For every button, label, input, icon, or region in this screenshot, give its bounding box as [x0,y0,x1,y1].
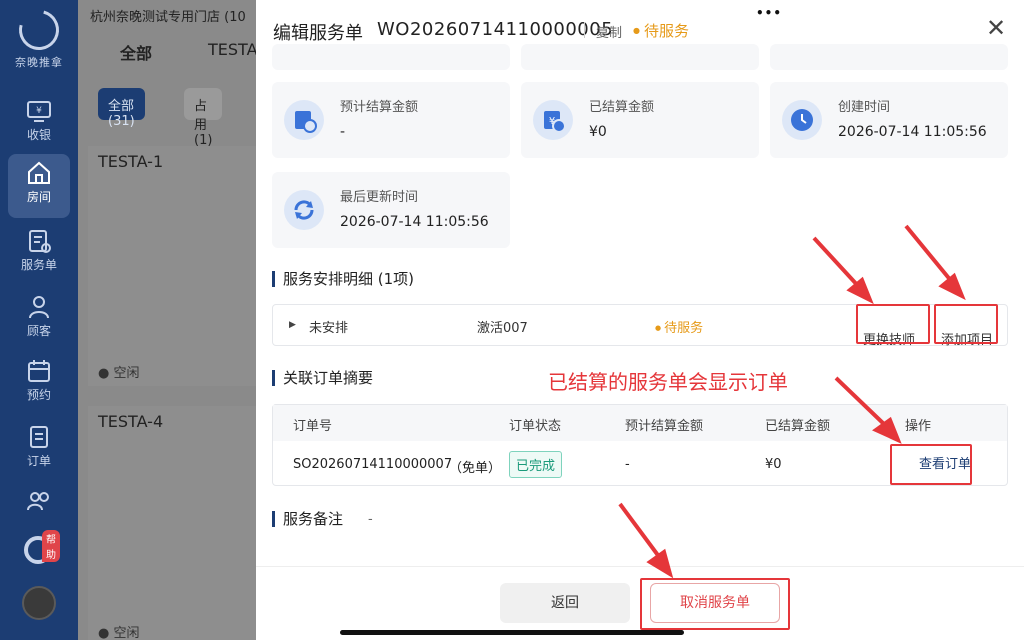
moon-logo-icon [11,2,67,58]
room-name: TESTA-4 [98,412,164,431]
arrow-head-icon [872,416,902,444]
arrow-icon [618,502,662,560]
edit-service-order-drawer: ••• 编辑服务单 WO20260714110000005 复制 待服务 ✕ 预… [256,0,1024,640]
room-card[interactable]: TESTA-1 ● 空闲 [88,146,260,386]
sidebar: 奈晚推拿 ¥ 收银 房间 服务单 顾客 预约 订单 帮助 [0,0,78,640]
brand-name: 奈晚推拿 [15,56,63,69]
sidebar-item-room[interactable]: 房间 [8,154,70,218]
sidebar-item-appointment[interactable]: 预约 [8,352,70,416]
arrow-icon [834,376,888,428]
svg-text:¥: ¥ [36,106,42,116]
sidebar-item-label: 预约 [26,388,51,402]
cashier-icon: ¥ [27,101,51,122]
sidebar-item-order[interactable]: 订单 [8,418,70,482]
help-badge: 帮助 [42,530,60,562]
arrow-icon [904,224,954,284]
sidebar-item-cashier[interactable]: ¥ 收银 [8,94,70,158]
order-icon [30,426,48,448]
calendar-icon [28,360,50,382]
service-order-icon [29,230,51,253]
sidebar-item-label: 收银 [26,128,51,142]
home-icon [28,161,50,184]
tab-testa[interactable]: TESTA [208,40,258,59]
filter-all[interactable]: 全部(31) [98,88,145,129]
arrows-overlay [618,224,966,579]
room-status: ● 空闲 [98,626,140,640]
sidebar-item-label: 订单 [26,454,51,468]
arrow-head-icon [646,548,674,579]
staff-icon [27,492,49,511]
help-button[interactable]: 帮助 [20,530,60,570]
app-root: 奈晚推拿 ¥ 收银 房间 服务单 顾客 预约 订单 帮助 杭州奈晚测试专用门店 … [0,0,1024,640]
room-name: TESTA-1 [98,152,164,171]
room-card[interactable]: TESTA-4 ● 空闲 [88,406,260,640]
sidebar-item-label: 房间 [26,190,51,204]
customer-icon [29,296,49,319]
avatar[interactable] [22,586,56,620]
filter-occupied[interactable]: 占用(1) [184,88,223,148]
room-status: ● 空闲 [98,366,140,381]
sidebar-item-label: 服务单 [20,258,57,272]
arrow-icon [812,236,862,290]
sidebar-item-customer[interactable]: 顾客 [8,288,70,352]
arrow-head-icon [938,272,966,301]
store-name: 杭州奈晚测试专用门店 (10 [90,10,246,25]
sidebar-item-service-order[interactable]: 服务单 [8,222,70,286]
brand-logo: 奈晚推拿 [0,2,78,72]
sidebar-item-label: 顾客 [26,324,51,338]
tab-all[interactable]: 全部 [120,40,152,64]
